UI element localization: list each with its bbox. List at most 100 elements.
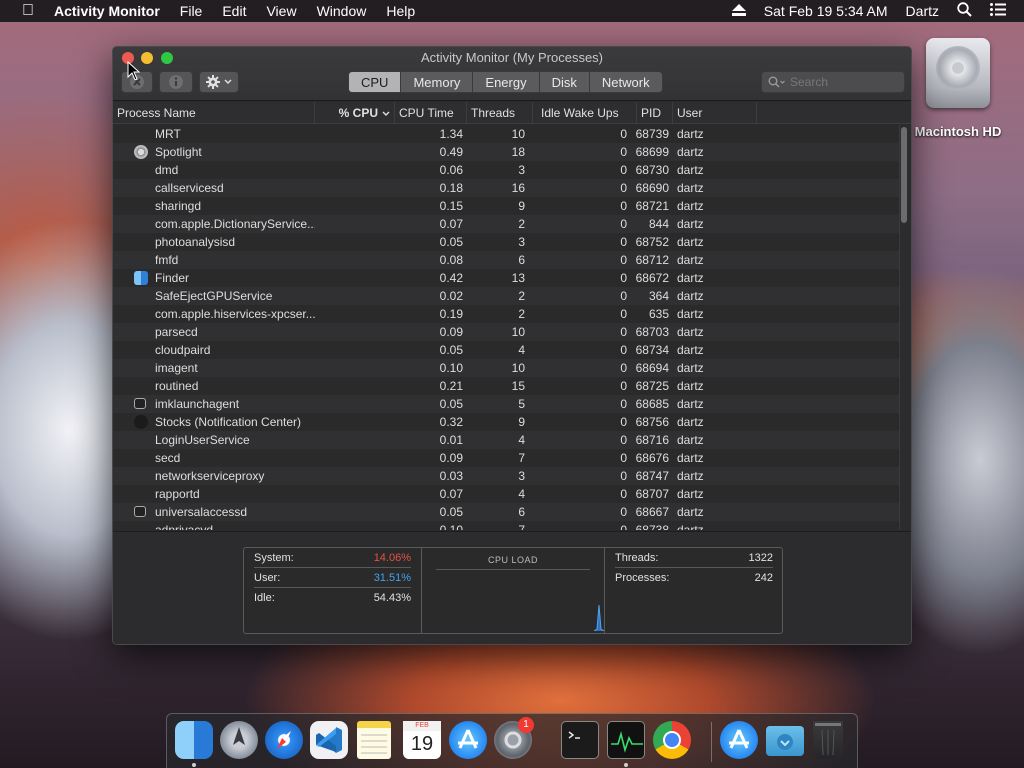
table-row[interactable]: cloudpaird 0.05 4 0 68734 dartz bbox=[113, 341, 899, 359]
table-row[interactable]: com.apple.DictionaryService... 0.07 2 0 844 d… bbox=[113, 215, 899, 233]
column-header-process-name[interactable]: Process Name bbox=[113, 102, 315, 124]
macintosh-hd-label[interactable]: Macintosh HD bbox=[900, 124, 1016, 139]
table-row[interactable]: SafeEjectGPUService 0.02 2 0 364 dartz bbox=[113, 287, 899, 305]
table-row[interactable]: routined 0.21 15 0 68725 dartz bbox=[113, 377, 899, 395]
terminal-icon[interactable] bbox=[561, 721, 599, 759]
user-cell: dartz bbox=[677, 505, 704, 519]
user-cell: dartz bbox=[677, 163, 704, 177]
menu-app-name[interactable]: Activity Monitor bbox=[54, 3, 160, 19]
app-store-folder-icon[interactable] bbox=[720, 721, 758, 759]
window-titlebar[interactable]: Activity Monitor (My Processes) CPU Memo… bbox=[113, 47, 911, 101]
process-name-cell: networkserviceproxy bbox=[155, 469, 265, 483]
trash-icon[interactable] bbox=[813, 721, 843, 759]
table-row[interactable]: secd 0.09 7 0 68676 dartz bbox=[113, 449, 899, 467]
menu-view[interactable]: View bbox=[266, 3, 296, 19]
tab-memory[interactable]: Memory bbox=[401, 72, 474, 92]
idle-wake-ups-cell: 0 bbox=[620, 253, 627, 267]
notes-icon[interactable] bbox=[357, 721, 391, 759]
column-header-cpu-time[interactable]: CPU Time bbox=[395, 102, 467, 124]
process-name-cell: adprivacyd bbox=[155, 523, 214, 530]
search-input[interactable] bbox=[790, 75, 900, 89]
column-header-threads[interactable]: Threads bbox=[467, 102, 533, 124]
menubar-user[interactable]: Dartz bbox=[906, 3, 939, 19]
cpu-time-cell: 0.09 bbox=[439, 325, 463, 339]
vscode-icon[interactable] bbox=[310, 721, 348, 759]
menubar-clock[interactable]: Sat Feb 19 5:34 AM bbox=[764, 3, 888, 19]
table-row[interactable]: imklaunchagent 0.05 5 0 68685 dartz bbox=[113, 395, 899, 413]
pid-cell: 68734 bbox=[635, 343, 669, 357]
spotlight-search-icon[interactable] bbox=[957, 2, 972, 20]
menu-edit[interactable]: Edit bbox=[222, 3, 246, 19]
eject-icon[interactable] bbox=[731, 3, 746, 19]
table-row[interactable]: dmd 0.06 3 0 68730 dartz bbox=[113, 161, 899, 179]
scrollbar-thumb[interactable] bbox=[901, 127, 907, 223]
notification-center-icon[interactable] bbox=[990, 3, 1006, 19]
table-row[interactable]: LoginUserService 0.01 4 0 68716 dartz bbox=[113, 431, 899, 449]
pid-cell: 68707 bbox=[635, 487, 669, 501]
inspect-process-button[interactable] bbox=[159, 71, 193, 93]
cpu-percent-cell bbox=[315, 161, 391, 179]
cpu-percent-cell bbox=[315, 521, 391, 530]
cpu-time-cell: 0.10 bbox=[439, 361, 463, 375]
tab-network[interactable]: Network bbox=[589, 72, 662, 92]
activity-monitor-icon[interactable] bbox=[607, 721, 645, 759]
cpu-percent-cell bbox=[315, 431, 391, 449]
table-row[interactable]: universalaccessd 0.05 6 0 68667 dartz bbox=[113, 503, 899, 521]
idle-wake-ups-cell: 0 bbox=[620, 235, 627, 249]
macintosh-hd-icon[interactable] bbox=[918, 34, 998, 114]
cpu-percent-cell bbox=[315, 341, 391, 359]
table-row[interactable]: rapportd 0.07 4 0 68707 dartz bbox=[113, 485, 899, 503]
column-header-pid[interactable]: PID bbox=[637, 102, 673, 124]
column-header-user[interactable]: User bbox=[673, 102, 757, 124]
process-name-cell: Spotlight bbox=[155, 145, 202, 159]
table-row[interactable]: networkserviceproxy 0.03 3 0 68747 dartz bbox=[113, 467, 899, 485]
cpu-time-cell: 0.18 bbox=[439, 181, 463, 195]
cpu-time-cell: 0.10 bbox=[439, 523, 463, 530]
column-header-idle-wake-ups[interactable]: Idle Wake Ups bbox=[533, 102, 637, 124]
cpu-time-cell: 0.06 bbox=[439, 163, 463, 177]
system-stat: System: 14.06% bbox=[254, 548, 411, 568]
table-row[interactable]: fmfd 0.08 6 0 68712 dartz bbox=[113, 251, 899, 269]
app-store-icon[interactable] bbox=[449, 721, 487, 759]
finder-icon[interactable] bbox=[175, 721, 213, 759]
menu-help[interactable]: Help bbox=[386, 3, 415, 19]
table-row[interactable]: callservicesd 0.18 16 0 68690 dartz bbox=[113, 179, 899, 197]
pid-cell: 68738 bbox=[635, 523, 669, 530]
safari-icon[interactable] bbox=[265, 721, 303, 759]
dock-separator bbox=[711, 722, 712, 762]
table-row[interactable]: Spotlight 0.49 18 0 68699 dartz bbox=[113, 143, 899, 161]
calendar-icon[interactable]: FEB 19 bbox=[403, 721, 441, 759]
tab-energy[interactable]: Energy bbox=[473, 72, 540, 92]
menu-file[interactable]: File bbox=[180, 3, 203, 19]
cpu-percent-cell bbox=[315, 359, 391, 377]
user-cell: dartz bbox=[677, 487, 704, 501]
downloads-folder-icon[interactable] bbox=[766, 726, 804, 756]
cpu-time-cell: 0.42 bbox=[439, 271, 463, 285]
idle-wake-ups-cell: 0 bbox=[620, 325, 627, 339]
table-row[interactable]: com.apple.hiservices-xpcser... 0.19 2 0 635 d… bbox=[113, 305, 899, 323]
action-menu-button[interactable] bbox=[199, 71, 239, 93]
tab-cpu[interactable]: CPU bbox=[349, 72, 402, 92]
chrome-icon[interactable] bbox=[653, 721, 691, 759]
pid-cell: 68716 bbox=[635, 433, 669, 447]
table-row[interactable]: sharingd 0.15 9 0 68721 dartz bbox=[113, 197, 899, 215]
column-header-cpu[interactable]: % CPU bbox=[315, 102, 395, 124]
launchpad-icon[interactable] bbox=[220, 721, 258, 759]
apple-logo-icon[interactable]:  bbox=[18, 2, 38, 20]
table-row[interactable]: Stocks (Notification Center) 0.32 9 0 68756 d… bbox=[113, 413, 899, 431]
process-name-cell: Finder bbox=[155, 271, 190, 285]
table-row[interactable]: imagent 0.10 10 0 68694 dartz bbox=[113, 359, 899, 377]
table-row[interactable]: Finder 0.42 13 0 68672 dartz bbox=[113, 269, 899, 287]
table-row[interactable]: MRT 1.34 10 0 68739 dartz bbox=[113, 125, 899, 143]
search-icon bbox=[768, 76, 785, 88]
user-cell: dartz bbox=[677, 199, 704, 213]
user-cell: dartz bbox=[677, 343, 704, 357]
table-row[interactable]: photoanalysisd 0.05 3 0 68752 dartz bbox=[113, 233, 899, 251]
menu-window[interactable]: Window bbox=[317, 3, 367, 19]
table-row[interactable]: parsecd 0.09 10 0 68703 dartz bbox=[113, 323, 899, 341]
tab-disk[interactable]: Disk bbox=[539, 72, 590, 92]
table-row[interactable]: adprivacyd 0.10 7 0 68738 dartz bbox=[113, 521, 899, 530]
process-name-cell: imagent bbox=[155, 361, 198, 375]
search-field[interactable] bbox=[761, 71, 905, 93]
tab-bar: CPU Memory Energy Disk Network bbox=[348, 71, 663, 93]
